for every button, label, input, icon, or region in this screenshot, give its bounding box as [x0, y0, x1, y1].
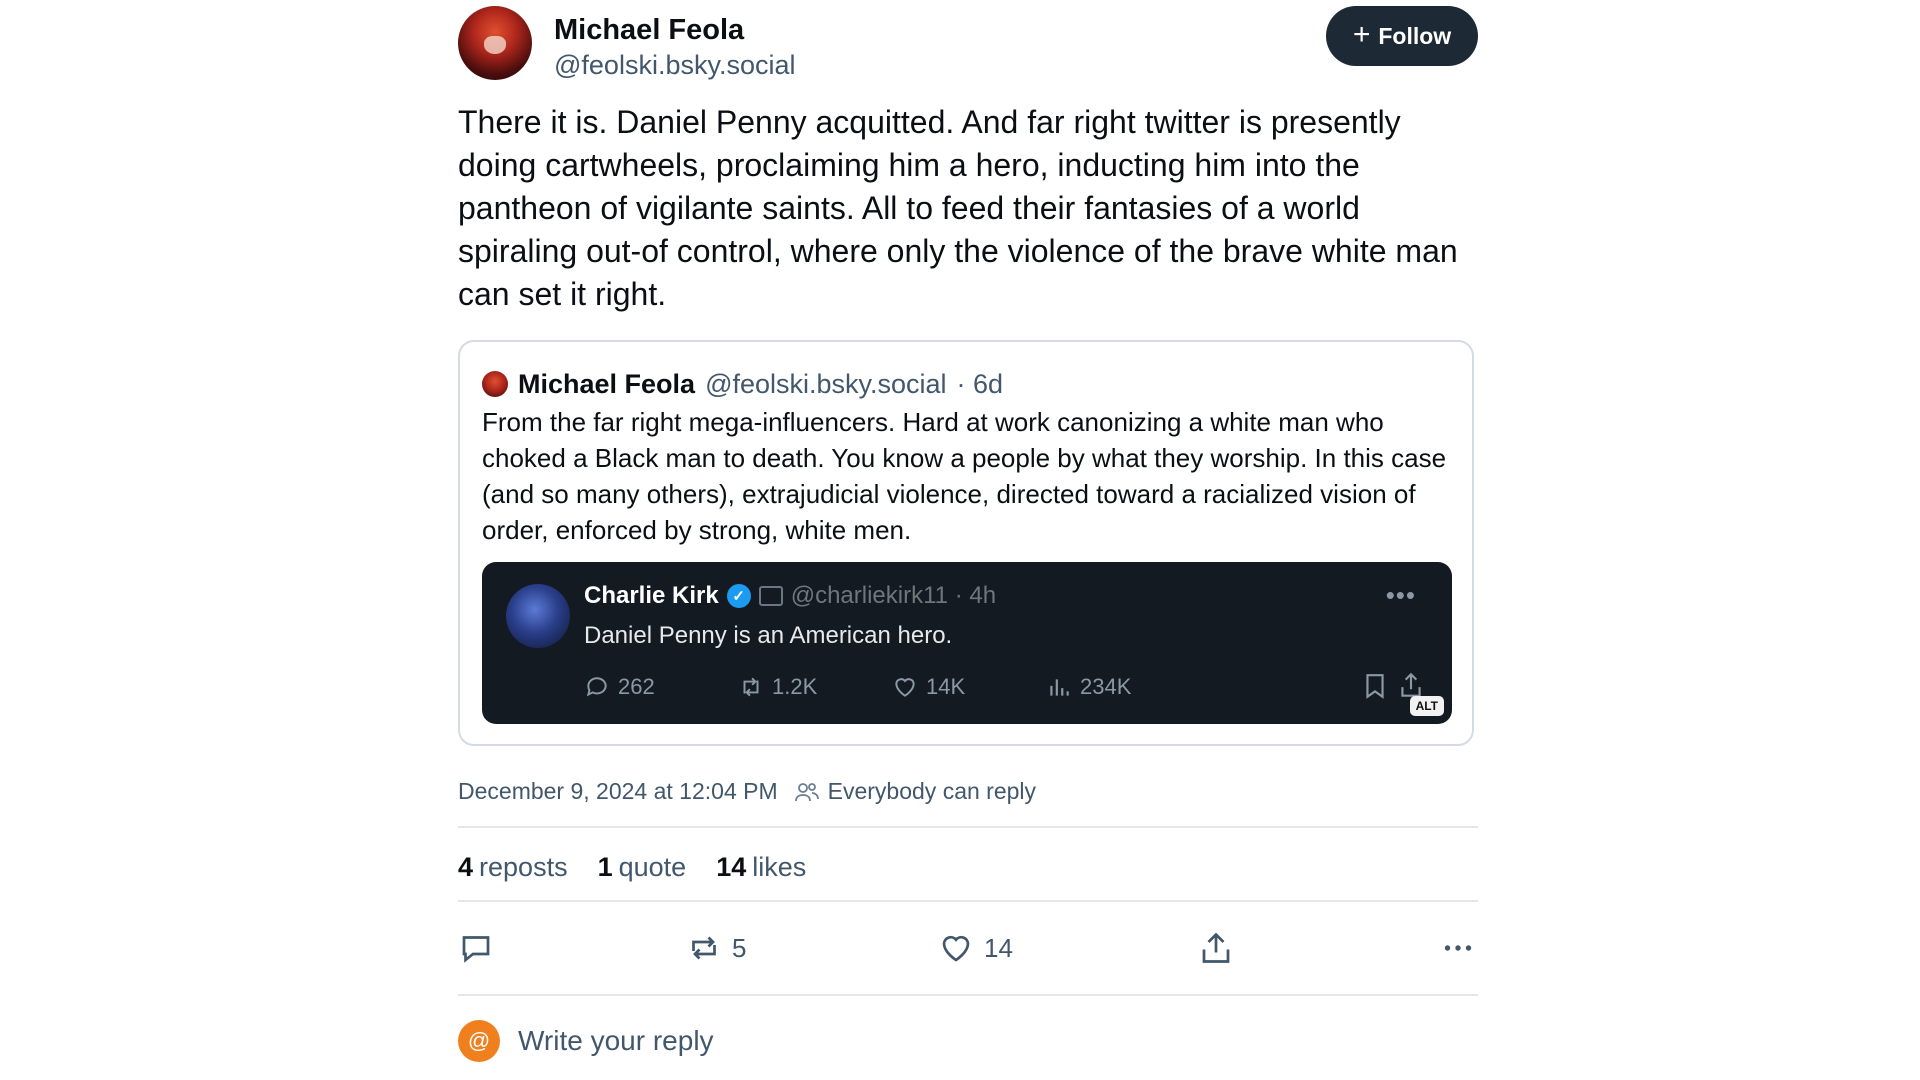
author-name[interactable]: Michael Feola [554, 14, 744, 47]
affiliation-badge-icon [758, 586, 783, 606]
embedded-like-count: 14K [926, 674, 966, 699]
embedded-reply-count: 262 [618, 674, 655, 699]
post-timestamp: December 9, 2024 at 12:04 PM [458, 778, 778, 804]
verified-badge-icon: ✓ [726, 584, 751, 608]
follow-button[interactable]: + Follow [1326, 6, 1478, 66]
embedded-tweet-text: Daniel Penny is an American hero. [584, 622, 953, 649]
like-count: 14 [984, 932, 1013, 963]
embedded-reply-stat: 262 [584, 674, 655, 700]
likes-label: likes [752, 852, 807, 882]
follow-label: Follow [1378, 22, 1452, 49]
embedded-repost-count: 1.2K [772, 674, 818, 699]
embedded-author-name: Charlie Kirk [584, 582, 719, 609]
views-chart-icon [1050, 679, 1069, 696]
bookmark-icon [1366, 674, 1384, 699]
embedded-author-avatar [506, 584, 570, 648]
embedded-views-stat: 234K [1046, 674, 1131, 700]
reply-setting: Everybody can reply [794, 778, 1036, 805]
more-options-icon: ••• [1385, 580, 1416, 610]
post-actions: 5 14 [458, 930, 1478, 972]
embedded-tweet-header: Charlie Kirk ✓ @charliekirk11 · 4h [584, 582, 996, 610]
user-avatar: @ [458, 1020, 500, 1062]
reply-input[interactable] [516, 1024, 1120, 1058]
reply-setting-label: Everybody can reply [827, 778, 1037, 804]
divider [458, 826, 1478, 828]
heart-icon [942, 935, 970, 962]
embedded-tweet-image[interactable]: Charlie Kirk ✓ @charliekirk11 · 4h ••• D… [482, 562, 1452, 724]
quotes-label: quote [618, 852, 687, 882]
divider [458, 900, 1478, 902]
post-text: There it is. Daniel Penny acquitted. And… [458, 104, 1458, 312]
reply-composer: @ [458, 1020, 1120, 1062]
quoted-author-handle: @feolski.bsky.social [705, 368, 947, 399]
embedded-author-handle: @charliekirk11 · 4h [790, 582, 997, 609]
share-icon [1202, 932, 1230, 963]
embedded-views-count: 234K [1080, 674, 1132, 699]
divider [458, 994, 1478, 996]
post-header: Michael Feola @feolski.bsky.social + Fol… [458, 6, 1478, 82]
more-options-button[interactable] [1440, 930, 1476, 966]
reply-icon [462, 936, 490, 963]
reposts-count: 4 [458, 852, 474, 882]
author-handle[interactable]: @feolski.bsky.social [554, 50, 795, 81]
quoted-post-header: Michael Feola @feolski.bsky.social · 6d [482, 366, 1003, 402]
author-avatar[interactable] [458, 6, 532, 80]
ellipsis-icon [1444, 945, 1472, 951]
embedded-tweet-actions: 262 1.2K 14K 234K [584, 674, 1384, 706]
repost-count: 5 [732, 932, 747, 963]
comment-icon [586, 677, 607, 697]
likes-stat[interactable]: 14 likes [716, 852, 806, 883]
plus-icon: + [1352, 17, 1371, 51]
likes-count: 14 [716, 852, 747, 882]
reposts-stat[interactable]: 4 reposts [458, 852, 568, 883]
quotes-count: 1 [597, 852, 613, 882]
heart-icon [895, 678, 915, 697]
quotes-stat[interactable]: 1 quote [598, 852, 687, 883]
like-button[interactable]: 14 [938, 930, 1013, 966]
people-icon [794, 782, 819, 801]
post-meta: December 9, 2024 at 12:04 PM Everybody c… [458, 778, 1036, 805]
quoted-post-age: · 6d [956, 368, 1004, 399]
alt-text-badge[interactable]: ALT [1409, 696, 1444, 716]
quoted-author-avatar [482, 371, 508, 397]
repost-icon [692, 936, 716, 960]
quoted-post[interactable]: Michael Feola @feolski.bsky.social · 6d … [458, 340, 1474, 746]
embedded-repost-stat: 1.2K [738, 674, 817, 700]
share-button[interactable] [1198, 930, 1234, 966]
engagement-stats: 4 reposts 1 quote 14 likes [458, 852, 806, 883]
reposts-label: reposts [479, 852, 568, 882]
repost-button[interactable]: 5 [686, 930, 746, 966]
repost-icon [743, 677, 759, 697]
post-thread: Michael Feola @feolski.bsky.social + Fol… [446, 0, 1490, 1080]
reply-button[interactable] [458, 930, 494, 966]
quoted-post-text: From the far right mega-influencers. Har… [482, 407, 1447, 545]
embedded-like-stat: 14K [892, 674, 965, 700]
quoted-author-name: Michael Feola [518, 368, 696, 399]
